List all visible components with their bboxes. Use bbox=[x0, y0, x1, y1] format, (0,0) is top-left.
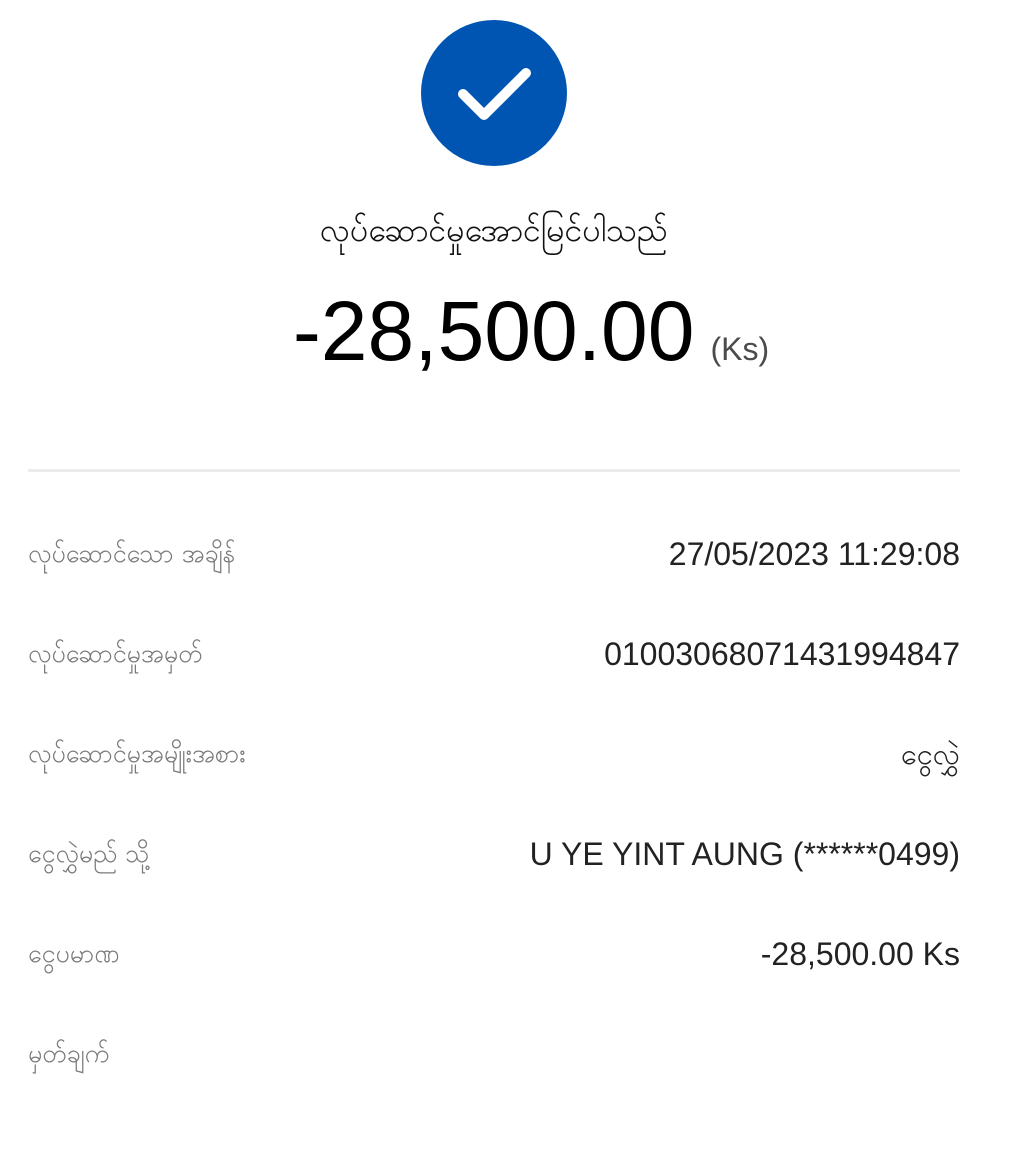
detail-row-recipient: ငွေလွှဲမည် သို့ U YE YINT AUNG (******04… bbox=[28, 804, 960, 904]
transaction-id-label: လုပ်ဆောင်မှုအမှတ် bbox=[28, 639, 203, 668]
detail-row-type: လုပ်ဆောင်မှုအမျိုးအစား ငွေလွှဲ bbox=[28, 704, 960, 804]
status-title: လုပ်ဆောင်မှုအောင်မြင်ပါသည် bbox=[320, 211, 668, 249]
transaction-type-label: လုပ်ဆောင်မှုအမျိုးအစား bbox=[28, 739, 246, 768]
detail-row-amount: ငွေပမာဏ -28,500.00 Ks bbox=[28, 904, 960, 1004]
amount-unit: (Ks) bbox=[710, 331, 770, 367]
note-label: မှတ်ချက် bbox=[28, 1039, 110, 1068]
amount-detail-value: -28,500.00 Ks bbox=[760, 936, 960, 972]
divider bbox=[28, 469, 960, 472]
time-label: လုပ်ဆောင်သော အချိန် bbox=[28, 539, 236, 568]
detail-row-transaction-id: လုပ်ဆောင်မှုအမှတ် 01003068071431994847 bbox=[28, 604, 960, 704]
transaction-receipt: လုပ်ဆောင်မှုအောင်မြင်ပါသည် -28,500.00 (K… bbox=[0, 0, 1018, 1158]
amount-label: ငွေပမာဏ bbox=[28, 939, 120, 968]
success-badge bbox=[421, 20, 567, 166]
checkmark-icon bbox=[458, 68, 531, 120]
time-value: 27/05/2023 11:29:08 bbox=[668, 536, 960, 572]
recipient-label: ငွေလွှဲမည် သို့ bbox=[28, 839, 150, 868]
transaction-details: လုပ်ဆောင်သော အချိန် 27/05/2023 11:29:08 … bbox=[28, 504, 960, 1104]
amount-summary: -28,500.00 (Ks) bbox=[0, 286, 1018, 376]
amount-value: -28,500.00 bbox=[292, 284, 695, 378]
detail-row-time: လုပ်ဆောင်သော အချိန် 27/05/2023 11:29:08 bbox=[28, 504, 960, 604]
recipient-value: U YE YINT AUNG (******0499) bbox=[529, 836, 960, 872]
transaction-type-value: ငွေလွှဲ bbox=[900, 737, 960, 771]
transaction-id-value: 01003068071431994847 bbox=[604, 636, 960, 672]
detail-row-note: မှတ်ချက် bbox=[28, 1004, 960, 1104]
